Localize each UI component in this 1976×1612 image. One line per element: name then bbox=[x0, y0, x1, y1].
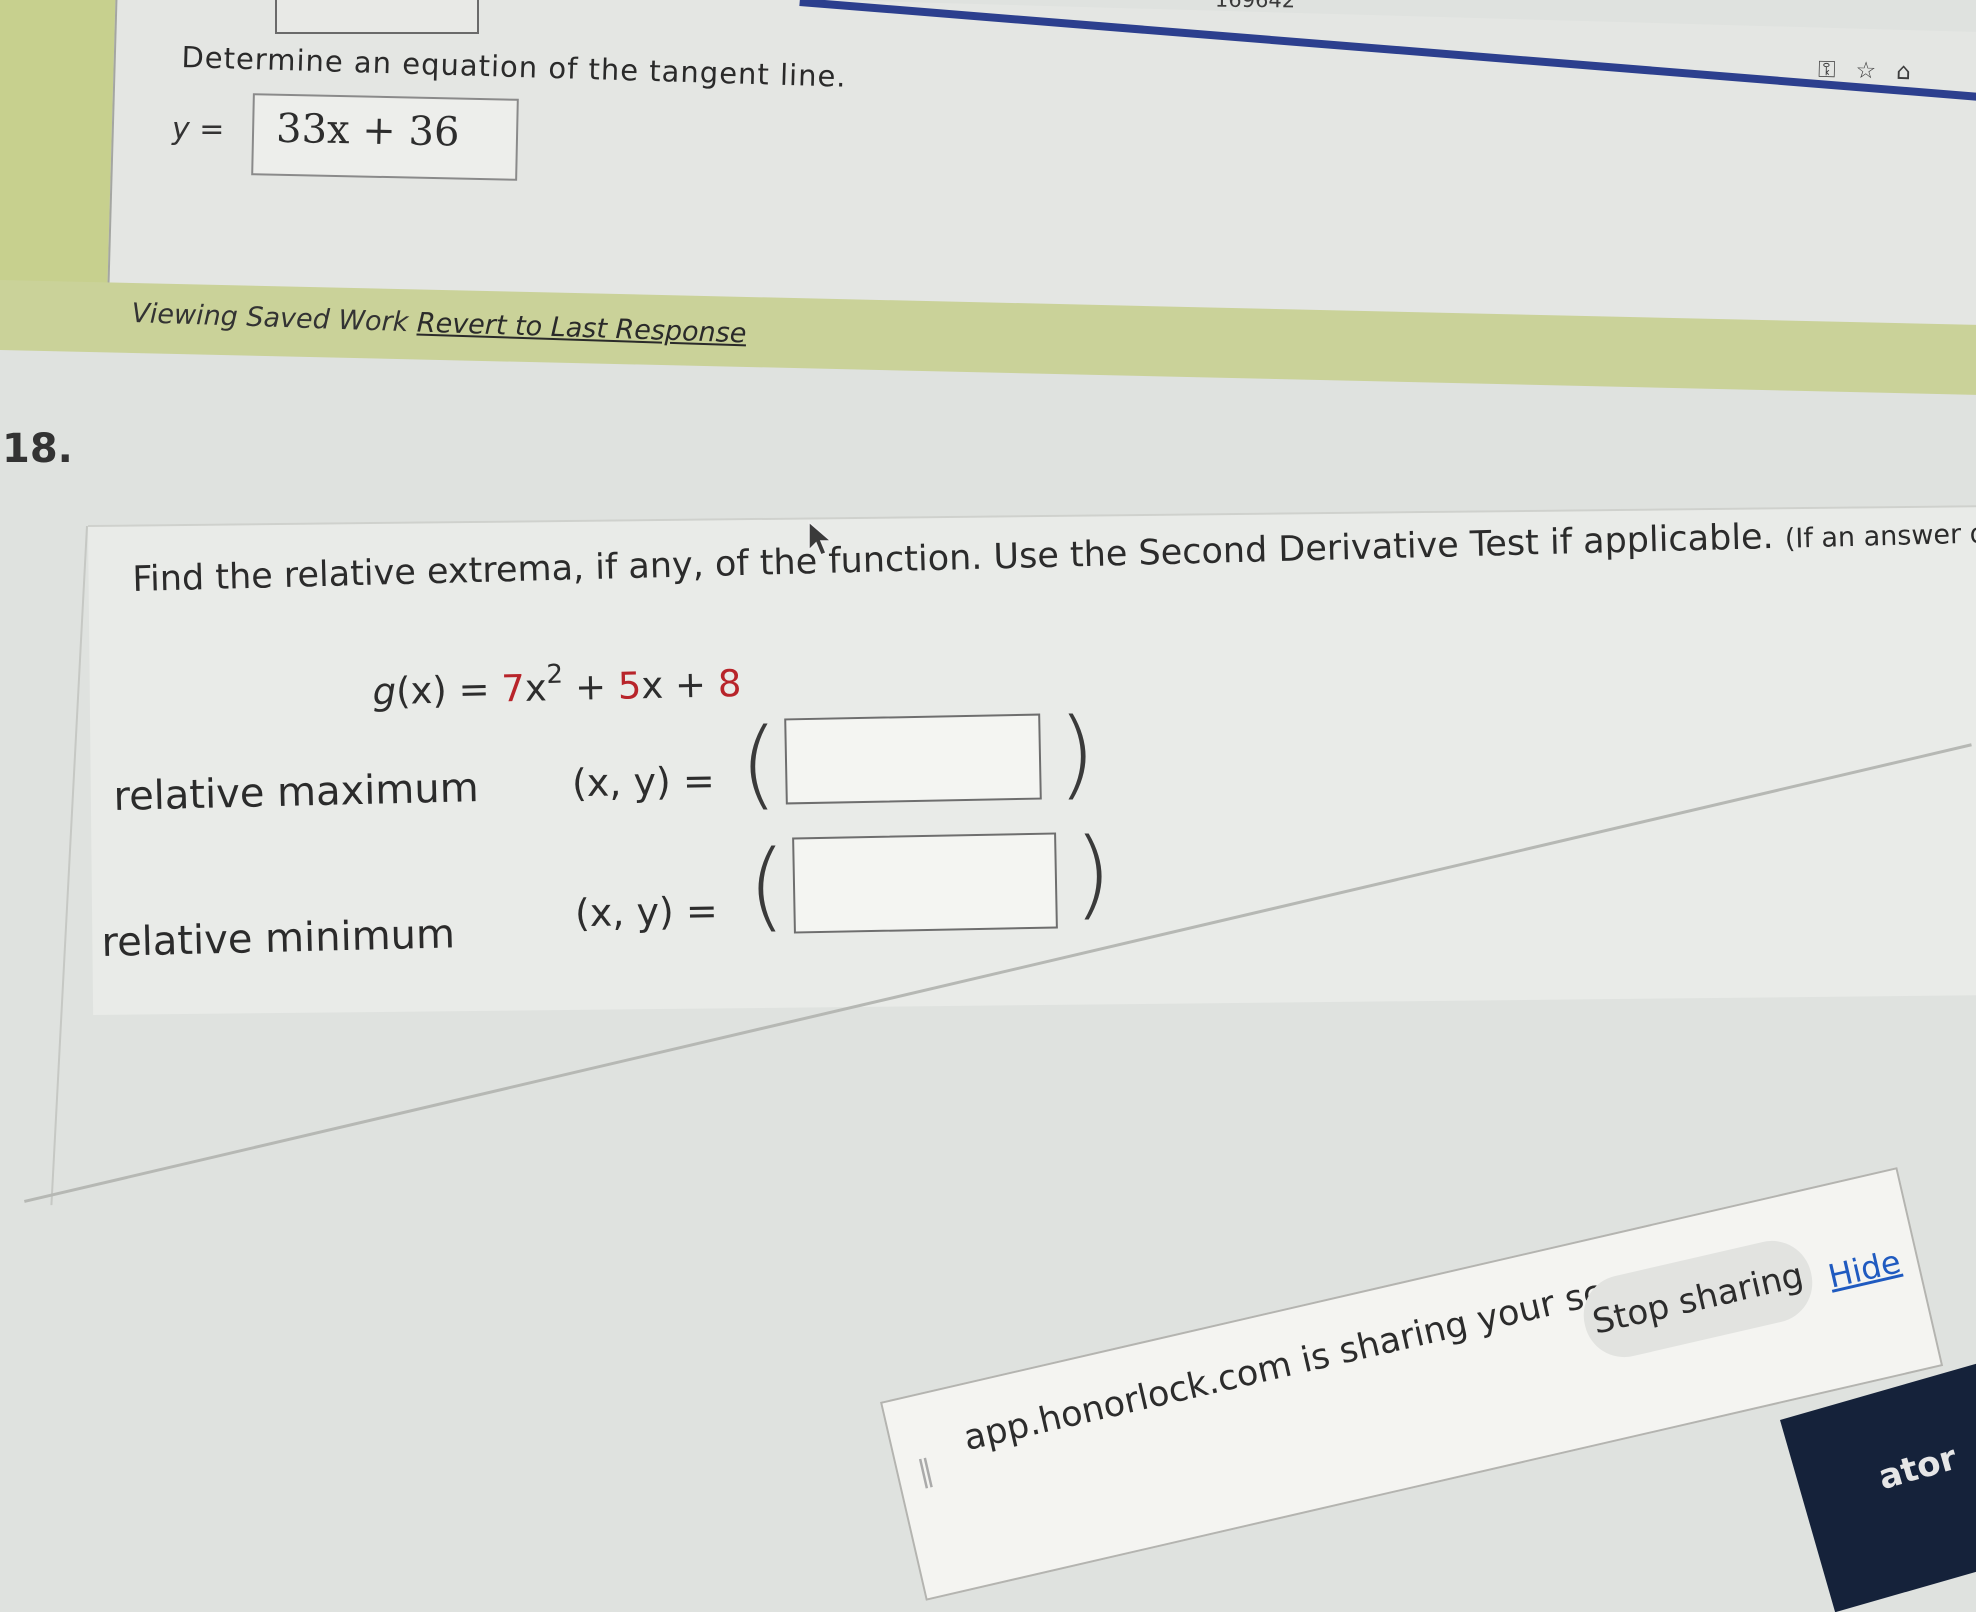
function-var-2: x bbox=[524, 666, 548, 710]
max-close-paren: ) bbox=[1058, 698, 1096, 810]
instructions-note: (If an answer does not exist, enter bbox=[1784, 512, 1976, 555]
function-name: g bbox=[372, 669, 397, 714]
coefficient-a: 7 bbox=[500, 666, 526, 711]
tangent-answer-field[interactable]: 33x + 36 bbox=[251, 93, 519, 181]
relative-minimum-label: relative minimum bbox=[101, 911, 456, 966]
function-var: x bbox=[409, 668, 433, 713]
min-open-paren: ( bbox=[748, 830, 786, 942]
card-left-edge bbox=[50, 526, 88, 1206]
star-icon[interactable]: ☆ bbox=[1855, 58, 1876, 85]
question-number: 18. bbox=[2, 426, 73, 472]
previous-input-box[interactable] bbox=[275, 0, 479, 34]
home-icon[interactable]: ⌂ bbox=[1896, 59, 1911, 85]
browser-toolbar-icons: ⚿ ☆ ⌂ bbox=[1818, 57, 1911, 85]
coefficient-b: 5 bbox=[617, 664, 642, 708]
max-xy-label: (x, y) = bbox=[571, 758, 716, 806]
relative-minimum-input[interactable] bbox=[792, 832, 1058, 934]
max-open-paren: ( bbox=[740, 708, 778, 820]
constant-term: 8 bbox=[717, 661, 742, 706]
min-close-paren: ) bbox=[1074, 818, 1112, 930]
screen-share-banner bbox=[880, 1167, 1944, 1601]
min-xy-label: (x, y) = bbox=[574, 888, 719, 936]
function-definition: g(x) = 7x2 + 5x + 8 bbox=[372, 659, 742, 714]
function-var-3: x bbox=[640, 663, 664, 708]
y-equals-label: y = bbox=[172, 112, 225, 147]
url-fragment: 169642 bbox=[1214, 0, 1296, 13]
relative-maximum-input[interactable] bbox=[784, 713, 1042, 805]
key-icon[interactable]: ⚿ bbox=[1818, 57, 1836, 83]
exponent: 2 bbox=[546, 659, 564, 691]
relative-maximum-label: relative maximum bbox=[113, 765, 480, 820]
